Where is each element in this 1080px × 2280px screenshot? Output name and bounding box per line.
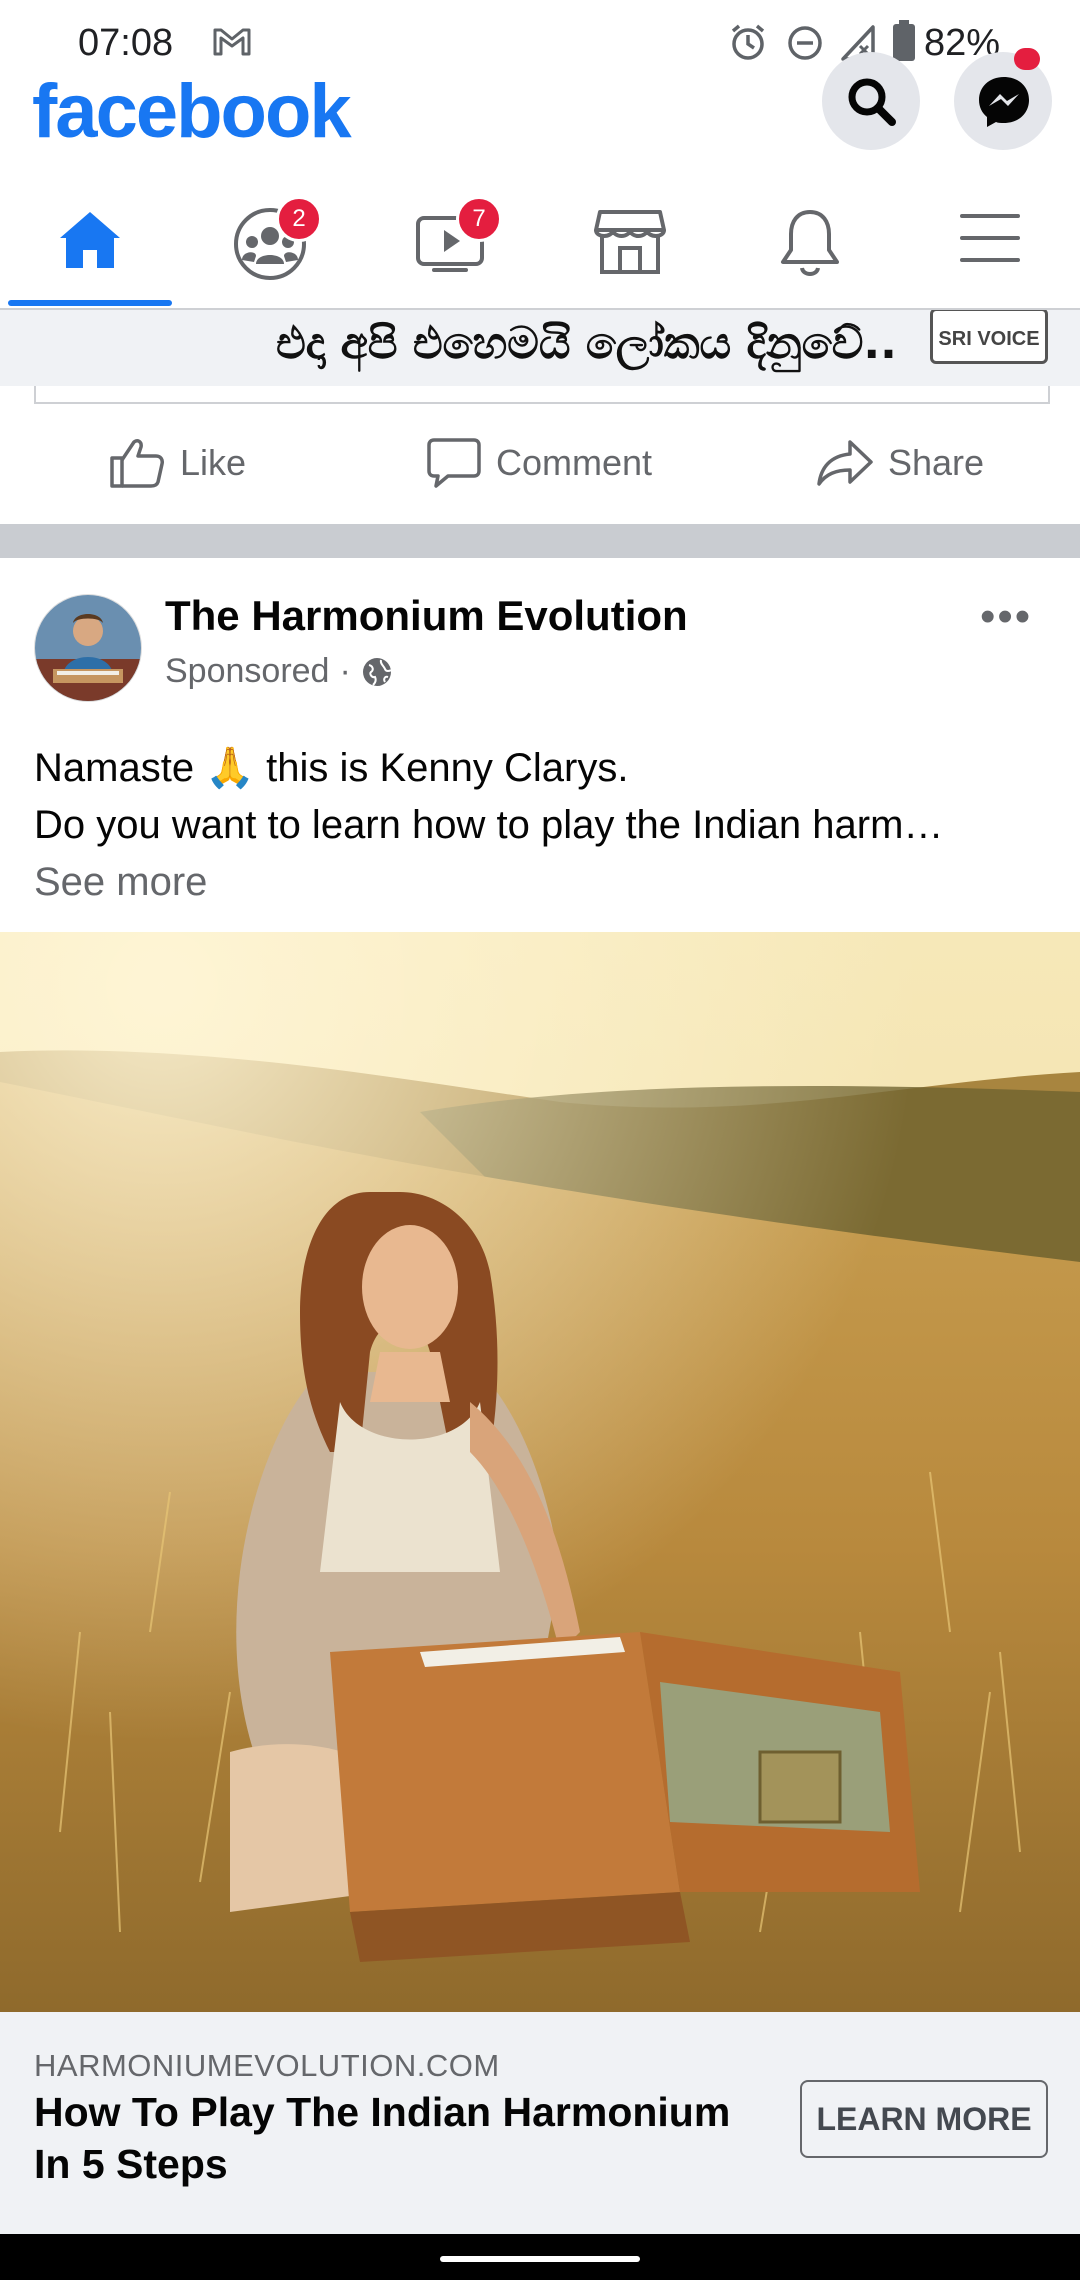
status-time: 07:08 xyxy=(78,22,174,64)
feed-divider xyxy=(0,524,1080,558)
facebook-logo[interactable]: facebook xyxy=(32,68,352,155)
comment-button[interactable]: Comment xyxy=(426,404,652,522)
link-domain: HARMONIUMEVOLUTION.COM xyxy=(34,2048,500,2083)
search-icon xyxy=(848,78,896,126)
watch-badge: 7 xyxy=(456,196,502,242)
previous-post-frame xyxy=(34,386,1050,404)
like-label: Like xyxy=(180,442,247,483)
messenger-button[interactable] xyxy=(954,48,1052,150)
store-icon xyxy=(594,210,666,274)
bell-icon xyxy=(781,210,839,276)
messenger-icon xyxy=(979,77,1029,127)
tab-notifications[interactable] xyxy=(720,180,900,308)
dnd-icon xyxy=(788,26,822,60)
comment-icon xyxy=(427,438,481,488)
learn-more-button[interactable]: LEARN MORE xyxy=(800,2080,1048,2158)
post-text-line-1: Namaste 🙏 this is Kenny Clarys. xyxy=(34,746,629,790)
meta-separator: · xyxy=(339,652,351,690)
comment-label: Comment xyxy=(496,442,653,483)
like-icon xyxy=(110,439,164,488)
search-button[interactable] xyxy=(822,52,920,150)
link-headline[interactable]: How To Play The Indian Harmonium In 5 St… xyxy=(34,2086,774,2190)
post-body: Namaste 🙏 this is Kenny Clarys. Do you w… xyxy=(34,740,1044,911)
share-label: Share xyxy=(888,442,985,483)
sponsored-label: Sponsored xyxy=(165,652,330,690)
like-button[interactable]: Like xyxy=(108,404,246,522)
tab-menu[interactable] xyxy=(900,180,1080,308)
alarm-icon xyxy=(731,24,765,60)
tab-marketplace[interactable] xyxy=(540,180,720,308)
home-icon xyxy=(60,212,120,268)
previous-post-banner-text: එදා අපි එහෙමයි ලෝකය දිනුවේ.. xyxy=(276,318,897,369)
tab-watch[interactable]: 7 xyxy=(360,180,540,308)
page-name[interactable]: The Harmonium Evolution xyxy=(165,592,688,640)
battery-icon xyxy=(893,20,915,61)
tab-home[interactable] xyxy=(0,180,180,308)
avatar-image xyxy=(35,595,141,701)
see-more-link[interactable]: See more xyxy=(34,854,1044,911)
ad-image[interactable] xyxy=(0,932,1080,2012)
share-button[interactable]: Share xyxy=(816,404,984,522)
sri-voice-logo: SRI VOICE xyxy=(930,310,1048,364)
harmonium-photo xyxy=(0,932,1080,2012)
globe-icon xyxy=(362,657,392,686)
menu-icon xyxy=(960,214,1020,262)
sponsored-meta: Sponsored · xyxy=(165,652,393,691)
home-gesture-handle[interactable] xyxy=(440,2256,640,2262)
post-text-line-2: Do you want to learn how to play the Ind… xyxy=(34,803,944,847)
previous-post-media[interactable]: එදා අපි එහෙමයි ලෝකය දිනුවේ.. SRI VOICE xyxy=(0,310,1080,386)
active-tab-indicator xyxy=(8,300,172,306)
tab-groups[interactable]: 2 xyxy=(180,180,360,308)
post-actions-bar: Like Comment Share xyxy=(0,404,1080,522)
top-nav: 2 7 xyxy=(0,180,1080,310)
gmail-icon xyxy=(213,28,251,56)
messenger-badge xyxy=(1014,48,1040,70)
groups-badge: 2 xyxy=(276,196,322,242)
post-options-button[interactable]: ••• xyxy=(980,592,1032,642)
page-avatar[interactable] xyxy=(34,594,142,702)
share-icon xyxy=(817,440,873,486)
